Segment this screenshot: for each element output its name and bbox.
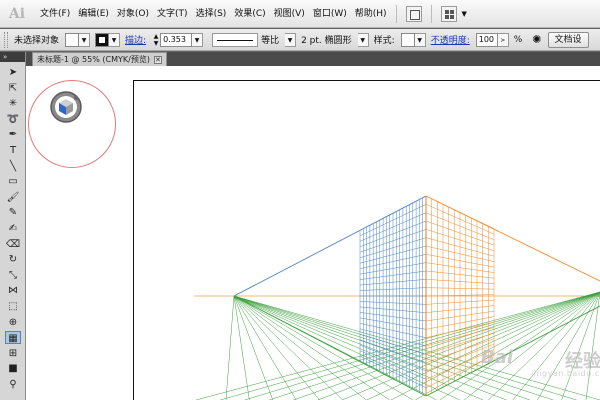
canvas[interactable]: Bai 经验 jingyan.baidu.com [26,66,600,400]
line-segment-tool-icon[interactable]: ╲ [5,160,21,173]
variable-width-profile[interactable] [212,32,259,47]
menu-item[interactable]: 窗口(W) [309,0,351,28]
opacity-panel-link[interactable]: 不透明度: [431,33,470,46]
bridge-icon[interactable] [405,5,422,22]
eyedropper-tool-icon[interactable]: ⚲ [5,378,21,391]
right-plane-top-ray [425,195,600,282]
graphic-style-swatch[interactable] [400,32,415,47]
stroke-panel-link[interactable]: 描边: [125,33,146,46]
opacity-field[interactable]: 100 [475,32,498,47]
brush-definition[interactable]: 2 pt. 椭圆形 [301,33,352,46]
menu-items: 文件(F) 编辑(E) 对象(O) 文字(T) 选择(S) 效果(C) 视图(V) 窗口(W)… [36,0,391,28]
ground-grid-line [233,295,297,400]
tools-collapse-icon[interactable]: » [0,52,25,62]
menu-bar: Ai 文件(F) 编辑(E) 对象(O) 文字(T) 选择(S) 效果(C) 视图(V) 窗口… [0,0,600,28]
brush-dropdown[interactable]: ▼ [357,32,369,47]
stroke-weight-dropdown[interactable]: ▼ [192,32,204,47]
direct-selection-tool-icon[interactable]: ⇱ [5,82,21,95]
menu-item[interactable]: 帮助(H) [351,0,391,28]
type-tool-icon[interactable]: T [5,144,21,157]
style-label: 样式: [373,36,395,46]
graphic-style-dropdown[interactable]: ▼ [414,32,426,47]
pencil-tool-icon[interactable]: ✎ [5,206,21,219]
watermark: Bai 经验 jingyan.baidu.com [481,345,600,381]
free-transform-tool-icon[interactable]: ⬚ [5,300,21,313]
arrange-documents-icon[interactable] [440,5,457,22]
stroke-dropdown[interactable]: ▼ [109,32,121,47]
stroke-profile-label: 等比 [261,36,280,46]
recolor-icon[interactable]: ✺ [532,33,541,46]
stroke-stepper[interactable]: ▲ ▼ [152,33,160,47]
ground-grid-line [233,295,390,400]
watermark-brand: Bai [481,347,514,368]
fill-dropdown[interactable]: ▼ [79,32,91,47]
tools-panel: » ➤ ⇱ ✳ ➰ ✒ T ╲ ▭ 🖌 ✎ ✍ ⌫ ↻ ⤡ ⋈ ⬚ ⊕ ▦ ⊞ ■ ⚲ [0,52,26,400]
opacity-dropdown[interactable]: > [497,32,509,47]
panel-grip[interactable] [4,31,8,48]
document-tab-title: 未标题-1 @ 55% (CMYK/预览) [37,54,150,64]
menu-separator [430,4,432,23]
menu-item[interactable]: 编辑(E) [74,0,113,28]
scale-tool-icon[interactable]: ⤡ [5,269,21,282]
ground-grid-line [233,295,273,400]
menu-separator [395,4,397,23]
left-plane-top-ray [233,195,427,297]
gradient-tool-icon[interactable]: ■ [5,362,21,375]
paintbrush-tool-icon[interactable]: 🖌 [5,191,21,204]
opacity-unit: % [513,34,523,45]
menu-item[interactable]: 选择(S) [192,0,231,28]
close-icon[interactable]: ✕ [153,55,162,64]
lasso-tool-icon[interactable]: ➰ [5,113,21,126]
watermark-url: jingyan.baidu.com [531,369,600,378]
menu-item[interactable]: 对象(O) [113,0,153,28]
app-logo: Ai [8,5,26,22]
document-setup-button[interactable]: 文档设 [547,31,589,48]
rectangle-tool-icon[interactable]: ▭ [5,175,21,188]
illustrator-window: Ai 文件(F) 编辑(E) 对象(O) 文字(T) 选择(S) 效果(C) 视图(V) 窗口… [0,0,600,400]
menu-item[interactable]: 效果(C) [230,0,269,28]
profile-dropdown[interactable]: ▼ [285,32,297,47]
fill-swatch[interactable] [65,32,80,47]
stroke-weight-field[interactable]: 0.353 [160,32,193,47]
ground-grid-line [225,295,235,400]
stroke-swatch[interactable] [95,32,110,47]
shape-builder-tool-icon[interactable]: ⊕ [5,316,21,329]
eraser-tool-icon[interactable]: ⌫ [5,238,21,251]
width-tool-icon[interactable]: ⋈ [5,284,21,297]
blob-brush-tool-icon[interactable]: ✍ [5,222,21,235]
menu-item[interactable]: 文字(T) [153,0,192,28]
menu-item[interactable]: 文件(F) [36,0,74,28]
perspective-grid-tool-icon[interactable]: ▦ [5,331,21,345]
selection-tool-icon[interactable]: ➤ [5,66,21,79]
rotate-tool-icon[interactable]: ↻ [5,253,21,266]
menu-item[interactable]: 视图(V) [270,0,309,28]
document-tab[interactable]: 未标题-1 @ 55% (CMYK/预览) ✕ [32,52,167,66]
selection-status: 未选择对象 [14,36,60,46]
control-bar: 未选择对象 ▼ ▼ 描边: ▲ ▼ 0.353 ▼ 等比 ▼ 2 pt. 椭圆形 … [0,29,600,51]
chevron-down-icon[interactable]: ▼ [462,10,467,18]
magic-wand-tool-icon[interactable]: ✳ [5,97,21,110]
document-tab-bar: 未标题-1 @ 55% (CMYK/预览) ✕ [26,52,600,66]
mesh-tool-icon[interactable]: ⊞ [5,347,21,360]
pen-tool-icon[interactable]: ✒ [5,128,21,141]
